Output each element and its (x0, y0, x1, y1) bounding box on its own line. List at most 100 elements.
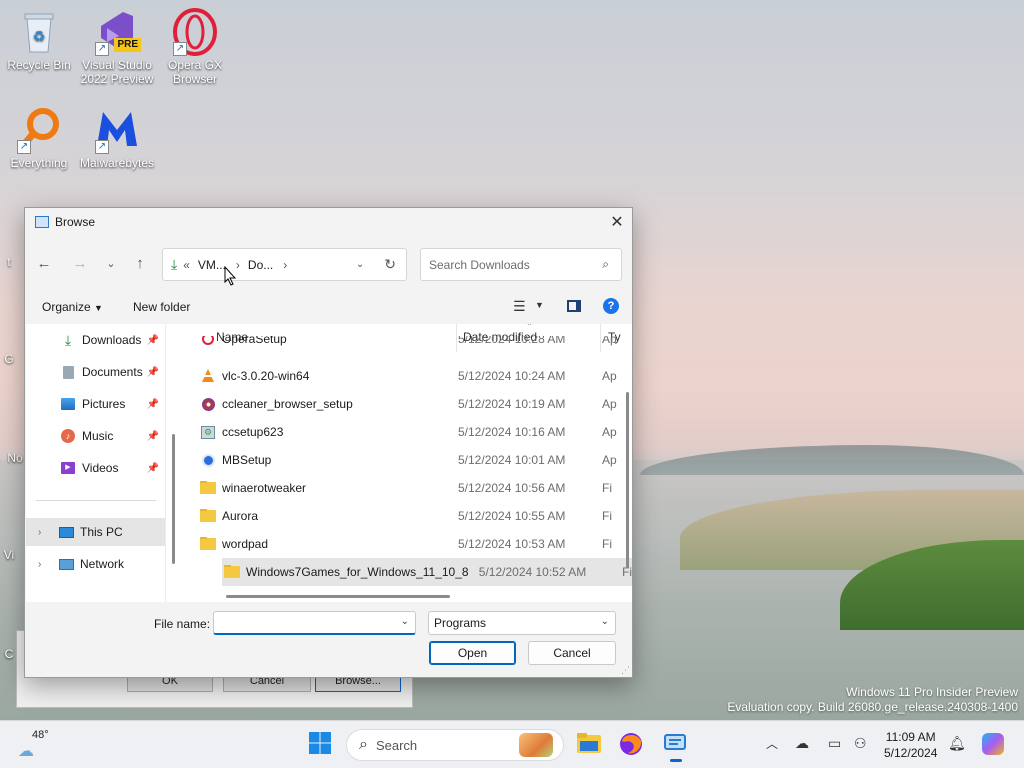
clock[interactable]: 11:09 AM 5/12/2024 (884, 729, 937, 761)
preview-badge: PRE (114, 38, 141, 52)
videos-icon: ▶ (60, 461, 76, 475)
pin-icon: 📌 (146, 398, 159, 410)
folder-icon (200, 481, 216, 495)
display-icon[interactable]: ▭ (828, 735, 841, 752)
desktop-icon-recycle-bin[interactable]: ♻ Recycle Bin (0, 8, 78, 72)
cancel-button[interactable]: Cancel (528, 641, 616, 665)
ccleaner-icon: ⚙ (200, 425, 216, 439)
active-indicator (670, 759, 682, 762)
navigation-pane: ⤓ Downloads 📌 Documents 📌 Pictures 📌 ♪ M… (26, 324, 175, 602)
evaluation-watermark: Windows 11 Pro Insider Preview Evaluatio… (727, 685, 1018, 714)
copilot-icon[interactable] (982, 733, 1004, 755)
start-button[interactable] (308, 731, 336, 759)
active-app-button[interactable] (662, 731, 690, 762)
firefox-button[interactable] (618, 731, 646, 759)
desktop-icon-malwarebytes[interactable]: ↗ Malwarebytes (78, 106, 156, 170)
desktop-icon-visual-studio[interactable]: PRE ↗ Visual Studio 2022 Preview (78, 8, 156, 86)
file-explorer-button[interactable] (576, 731, 604, 759)
forward-button[interactable]: → (69, 254, 91, 276)
ccleaner-browser-icon (200, 397, 216, 411)
opera-icon (200, 336, 216, 346)
horizontal-scrollbar[interactable] (226, 595, 450, 598)
vertical-scrollbar[interactable] (626, 392, 629, 568)
nav-item-this-pc[interactable]: › This PC (26, 518, 165, 546)
help-icon[interactable]: ? (603, 298, 619, 314)
nav-item-network[interactable]: › Network (26, 550, 165, 578)
shortcut-arrow-icon: ↗ (95, 140, 109, 154)
content-area: ⤓ Downloads 📌 Documents 📌 Pictures 📌 ♪ M… (26, 324, 632, 602)
file-name-input[interactable]: ⌄ (213, 611, 416, 635)
address-dropdown-icon[interactable]: ⌄ (356, 259, 364, 270)
notification-bell-icon[interactable]: 🔔︎ (948, 735, 966, 752)
folder-icon (224, 565, 240, 579)
address-bar[interactable]: ⤓ « VM... › Do... › ⌄ ↻ (162, 248, 407, 281)
navigation-bar: ← → ⌄ ↑ ⤓ « VM... › Do... › ⌄ ↻ Search D… (25, 246, 632, 286)
file-row-ccsetup[interactable]: ⚙ ccsetup623 5/12/2024 10:16 AM Ap (200, 418, 626, 446)
weather-temp: 48° (32, 729, 49, 741)
file-type-select[interactable]: Programs ⌄ (428, 611, 616, 635)
expand-chevron-icon[interactable]: › (38, 527, 50, 538)
onedrive-offline-icon[interactable]: ☁ (795, 735, 809, 752)
search-icon: ⌕ (359, 736, 368, 753)
close-button[interactable]: ✕ (602, 208, 632, 236)
view-options-icon[interactable]: ☰ (513, 298, 526, 315)
preview-pane-icon[interactable] (567, 300, 581, 312)
address-overflow[interactable]: « (183, 258, 190, 272)
search-icon: ⌕ (602, 257, 609, 271)
dialog-title: Browse (55, 215, 96, 229)
file-row-winaerotweaker[interactable]: winaerotweaker 5/12/2024 10:56 AM Fi (200, 474, 626, 502)
up-button[interactable]: ↑ (129, 254, 151, 276)
browse-dialog: Browse ✕ ← → ⌄ ↑ ⤓ « VM... › Do... › ⌄ ↻… (24, 207, 633, 678)
nav-item-downloads[interactable]: ⤓ Downloads 📌 (26, 326, 165, 354)
windows-logo-icon (309, 732, 331, 754)
file-row-mbsetup[interactable]: MBSetup 5/12/2024 10:01 AM Ap (200, 446, 626, 474)
taskbar-search[interactable]: ⌕ Search (346, 729, 564, 761)
resize-grip-icon[interactable]: ⋰ (621, 665, 630, 676)
file-row-ccleaner-browser[interactable]: ccleaner_browser_setup 5/12/2024 10:19 A… (200, 390, 626, 418)
file-row-windows7games[interactable]: Windows7Games_for_Windows_11_10_8 5/12/2… (222, 558, 632, 586)
recent-locations-button[interactable]: ⌄ (100, 254, 122, 276)
network-status-icon[interactable]: ⚇ (854, 735, 867, 752)
refresh-icon[interactable]: ↻ (384, 256, 396, 273)
nav-item-pictures[interactable]: Pictures 📌 (26, 390, 165, 418)
desktop-icon-everything[interactable]: ↗ Everything (0, 106, 78, 170)
opera-gx-icon: ↗ (171, 8, 219, 56)
file-name-dropdown-icon[interactable]: ⌄ (401, 616, 409, 627)
nav-item-documents[interactable]: Documents 📌 (26, 358, 165, 386)
file-row-wordpad[interactable]: wordpad 5/12/2024 10:53 AM Fi (200, 530, 626, 558)
mouse-cursor-icon (224, 266, 236, 286)
file-explorer-icon (577, 733, 601, 753)
window-icon (35, 216, 49, 228)
weather-widget[interactable]: ☁ 48° (18, 729, 49, 761)
search-box[interactable]: Search Downloads ⌕ (420, 248, 622, 281)
folder-icon (200, 509, 216, 523)
download-icon: ⤓ (171, 256, 178, 272)
taskbar: ☁ 48° ⌕ Search ︿ ☁ ▭ ⚇ 11:09 AM 5/12/202… (0, 720, 1024, 768)
breadcrumb-separator-icon: › (283, 257, 288, 272)
search-input[interactable]: Search Downloads (429, 258, 530, 272)
breadcrumb-downloads[interactable]: Do... (248, 258, 273, 272)
file-name-label: File name: (154, 617, 211, 631)
view-dropdown-icon[interactable]: ▼ (535, 300, 544, 310)
nav-item-videos[interactable]: ▶ Videos 📌 (26, 454, 165, 482)
file-row-aurora[interactable]: Aurora 5/12/2024 10:55 AM Fi (200, 502, 626, 530)
breadcrumb-vm[interactable]: VM... (198, 258, 226, 272)
malwarebytes-icon (200, 453, 216, 467)
dialog-footer: File name: ⌄ Programs ⌄ Open Cancel ⋰ (25, 604, 632, 678)
organize-menu[interactable]: Organize ▼ (42, 300, 103, 314)
nav-scrollbar[interactable] (172, 434, 175, 564)
dialog-titlebar[interactable]: Browse ✕ (25, 208, 632, 236)
back-button[interactable]: ← (33, 254, 55, 276)
file-row-operasetup[interactable]: OperaSetup 5/12/2024 10:28 AM Ap (200, 336, 626, 356)
expand-chevron-icon[interactable]: › (38, 559, 50, 570)
this-pc-icon (58, 525, 74, 539)
open-button[interactable]: Open (429, 641, 516, 665)
file-row-vlc[interactable]: vlc-3.0.20-win64 5/12/2024 10:24 AM Ap (200, 362, 626, 390)
new-folder-button[interactable]: New folder (133, 300, 190, 314)
file-type-dropdown-icon: ⌄ (600, 616, 609, 627)
search-highlight-icon (519, 733, 553, 757)
wallpaper-hills (640, 445, 1024, 475)
show-hidden-icons-button[interactable]: ︿ (766, 735, 778, 752)
nav-item-music[interactable]: ♪ Music 📌 (26, 422, 165, 450)
desktop-icon-opera-gx[interactable]: ↗ Opera GX Browser (156, 8, 234, 86)
